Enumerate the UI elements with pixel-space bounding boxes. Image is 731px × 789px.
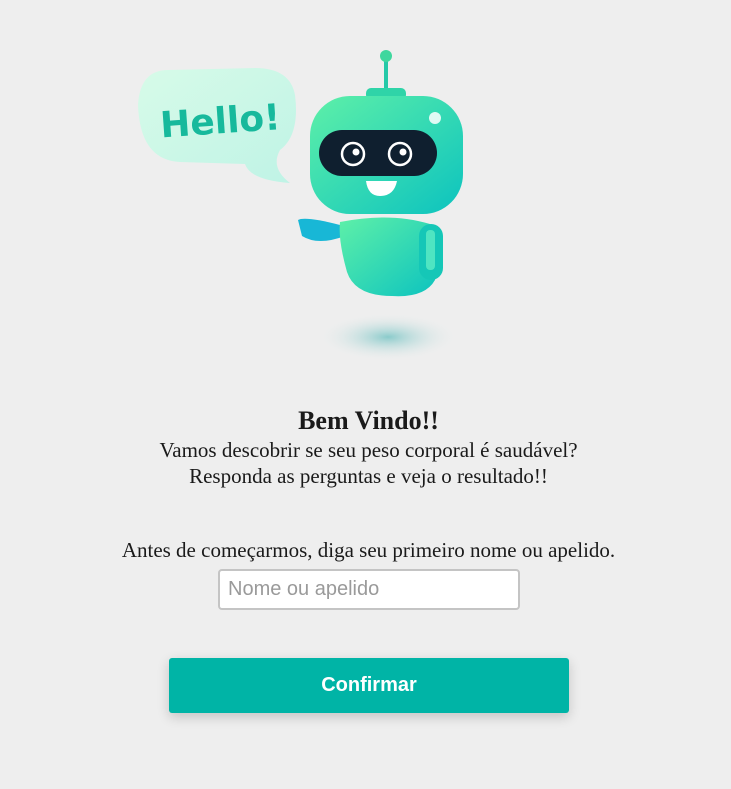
confirm-button[interactable]: Confirmar: [169, 658, 569, 713]
robot-shadow: [318, 313, 458, 361]
robot-body: [298, 217, 443, 297]
welcome-title: Bem Vindo!!: [298, 406, 439, 435]
intro-line-2: Responda as perguntas e veja o resultado…: [189, 464, 548, 488]
name-prompt: Antes de começarmos, diga seu primeiro n…: [121, 538, 616, 562]
robot-illustration: Hello!: [138, 50, 463, 361]
speech-bubble: Hello!: [138, 68, 296, 183]
intro-line-1: Vamos descobrir se seu peso corporal é s…: [159, 438, 578, 462]
robot-antenna: [366, 50, 406, 100]
bubble-text: Hello!: [159, 97, 282, 146]
robot-head: [310, 96, 463, 214]
name-input[interactable]: [218, 569, 520, 610]
